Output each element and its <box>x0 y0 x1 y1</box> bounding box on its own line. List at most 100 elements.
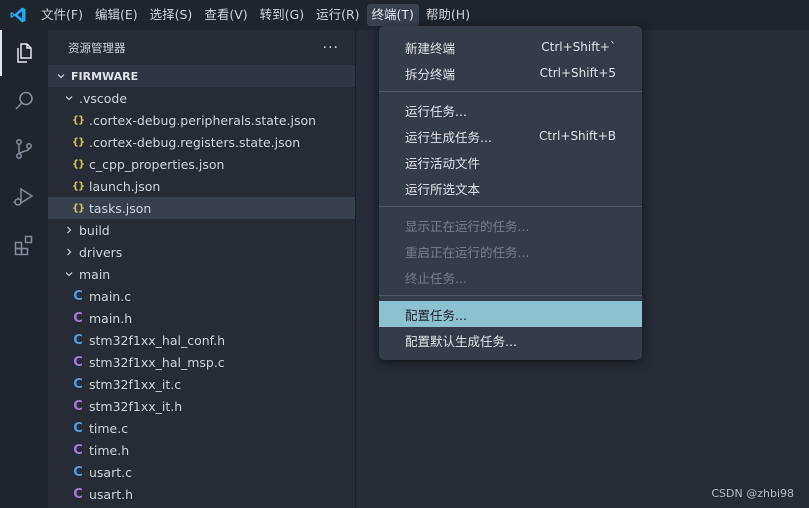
tree-file-item[interactable]: Cusart.c <box>48 461 355 483</box>
tree-file-item[interactable]: Cstm32f1xx_it.c <box>48 373 355 395</box>
tree-item-label: launch.json <box>89 178 161 194</box>
menu-item-0[interactable]: 文件(F) <box>36 4 88 26</box>
terminal-menu-item[interactable]: 新建终端 Ctrl+Shift+` <box>379 34 642 60</box>
terminal-menu-item: 显示正在运行的任务... <box>379 212 642 238</box>
chevron-down-icon <box>62 93 76 103</box>
menu-item-label: 运行活动文件 <box>405 155 481 171</box>
watermark: CSDN @zhbi98 <box>711 487 794 500</box>
tree-file-item[interactable]: Cstm32f1xx_it.h <box>48 395 355 417</box>
tree-file-item[interactable]: {} tasks.json <box>48 197 355 219</box>
menu-item-label: 显示正在运行的任务... <box>405 218 530 234</box>
terminal-menu-item[interactable]: 拆分终端 Ctrl+Shift+5 <box>379 60 642 86</box>
menu-item-1[interactable]: 编辑(E) <box>90 4 143 26</box>
terminal-menu-item[interactable]: 运行生成任务... Ctrl+Shift+B <box>379 123 642 149</box>
more-actions-button[interactable]: ··· <box>323 40 339 56</box>
chevron-right-icon <box>62 247 76 257</box>
menu-item-label: 重启正在运行的任务... <box>405 244 530 260</box>
activity-bar <box>0 30 48 508</box>
terminal-menu-item[interactable]: 运行任务... <box>379 97 642 123</box>
tree-file-item[interactable]: Cmain.c <box>48 285 355 307</box>
workspace-folder-name: FIRMWARE <box>71 69 139 83</box>
extensions-icon[interactable] <box>0 222 48 268</box>
tree-item-label: time.h <box>89 442 130 458</box>
terminal-menu-item[interactable]: 配置任务... <box>379 301 642 327</box>
tree-folder-item[interactable]: main <box>48 263 355 285</box>
explorer-header: 资源管理器 ··· <box>48 30 355 65</box>
h-file-icon: C <box>73 486 83 502</box>
menu-item-label: 终止任务... <box>405 270 467 286</box>
search-icon[interactable] <box>0 78 48 124</box>
tree-item-label: .cortex-debug.registers.state.json <box>89 134 301 150</box>
menu-item-label: 运行生成任务... <box>405 129 492 145</box>
terminal-menu-item[interactable]: 配置默认生成任务... <box>379 327 642 353</box>
source-control-icon[interactable] <box>0 126 48 172</box>
tree-file-item[interactable]: Cmain.h <box>48 307 355 329</box>
tree-file-item[interactable]: {} launch.json <box>48 175 355 197</box>
menu-item-shortcut: Ctrl+Shift+5 <box>539 66 616 80</box>
tree-item-label: drivers <box>79 244 123 260</box>
tree-folder-item[interactable]: build <box>48 219 355 241</box>
menu-item-3[interactable]: 查看(V) <box>199 4 252 26</box>
tree-file-item[interactable]: Ctime.h <box>48 439 355 461</box>
run-debug-icon[interactable] <box>0 174 48 220</box>
menu-item-label: 运行所选文本 <box>405 181 481 197</box>
tree-item-label: usart.c <box>89 464 132 480</box>
c-file-icon: C <box>73 288 83 304</box>
tree-item-label: stm32f1xx_hal_conf.h <box>89 332 226 348</box>
menu-item-label: 配置默认生成任务... <box>405 333 517 349</box>
tree-folder-item[interactable]: .vscode <box>48 87 355 109</box>
json-file-icon: {} <box>71 158 85 170</box>
tree-item-label: .cortex-debug.peripherals.state.json <box>89 112 317 128</box>
menu-item-shortcut: Ctrl+Shift+` <box>541 40 616 54</box>
c-file-icon: C <box>73 376 83 392</box>
tree-item-label: stm32f1xx_hal_msp.c <box>89 354 225 370</box>
tree-file-item[interactable]: {} c_cpp_properties.json <box>48 153 355 175</box>
json-file-icon: {} <box>71 114 85 126</box>
tree-item-label: tasks.json <box>89 200 152 216</box>
menu-item-label: 运行任务... <box>405 103 467 119</box>
json-file-icon: {} <box>71 136 85 148</box>
tree-file-item[interactable]: {} .cortex-debug.registers.state.json <box>48 131 355 153</box>
tree-file-item[interactable]: Cstm32f1xx_hal_conf.h <box>48 329 355 351</box>
explorer-icon[interactable] <box>0 30 48 76</box>
workspace-folder-header[interactable]: FIRMWARE <box>48 65 355 87</box>
menu-item-7[interactable]: 帮助(H) <box>421 4 475 26</box>
menu-item-5[interactable]: 运行(R) <box>311 4 364 26</box>
menu-separator <box>379 295 642 296</box>
chevron-down-icon <box>54 71 68 81</box>
tree-file-item[interactable]: Cusart.h <box>48 483 355 505</box>
explorer-title: 资源管理器 <box>68 40 126 55</box>
editor-divider <box>355 30 356 508</box>
tree-item-label: stm32f1xx_it.h <box>89 398 183 414</box>
tree-item-label: usart.h <box>89 486 134 502</box>
h-file-icon: C <box>73 310 83 326</box>
tree-file-item[interactable]: Cstm32f1xx_hal_msp.c <box>48 351 355 373</box>
c-file-icon: C <box>73 464 83 480</box>
terminal-menu-item: 终止任务... <box>379 264 642 290</box>
tree-item-label: time.c <box>89 420 129 436</box>
tree-folder-item[interactable]: drivers <box>48 241 355 263</box>
menu-item-shortcut: Ctrl+Shift+B <box>539 129 616 143</box>
menu-item-label: 配置任务... <box>405 307 467 323</box>
menu-item-6[interactable]: 终端(T) <box>366 4 419 26</box>
c-file-icon: C <box>73 332 83 348</box>
tree-item-label: main.c <box>89 288 132 304</box>
vscode-logo-icon <box>0 0 36 30</box>
tree-item-label: build <box>79 222 110 238</box>
h-file-icon: C <box>73 354 83 370</box>
h-file-icon: C <box>73 442 83 458</box>
tree-file-item[interactable]: {} .cortex-debug.peripherals.state.json <box>48 109 355 131</box>
chevron-down-icon <box>62 269 76 279</box>
menu-item-2[interactable]: 选择(S) <box>145 4 198 26</box>
terminal-menu-item[interactable]: 运行所选文本 <box>379 175 642 201</box>
chevron-right-icon <box>62 225 76 235</box>
terminal-menu-item[interactable]: 运行活动文件 <box>379 149 642 175</box>
tree-file-item[interactable]: Ctime.c <box>48 417 355 439</box>
tree-item-label: c_cpp_properties.json <box>89 156 225 172</box>
menu-item-4[interactable]: 转到(G) <box>255 4 309 26</box>
json-file-icon: {} <box>71 180 85 192</box>
terminal-menu-dropdown: 新建终端 Ctrl+Shift+` 拆分终端 Ctrl+Shift+5 运行任务... 运… <box>379 26 642 360</box>
tree-item-label: stm32f1xx_it.c <box>89 376 182 392</box>
tree-item-label: main.h <box>89 310 133 326</box>
tree-item-label: main <box>79 266 111 282</box>
